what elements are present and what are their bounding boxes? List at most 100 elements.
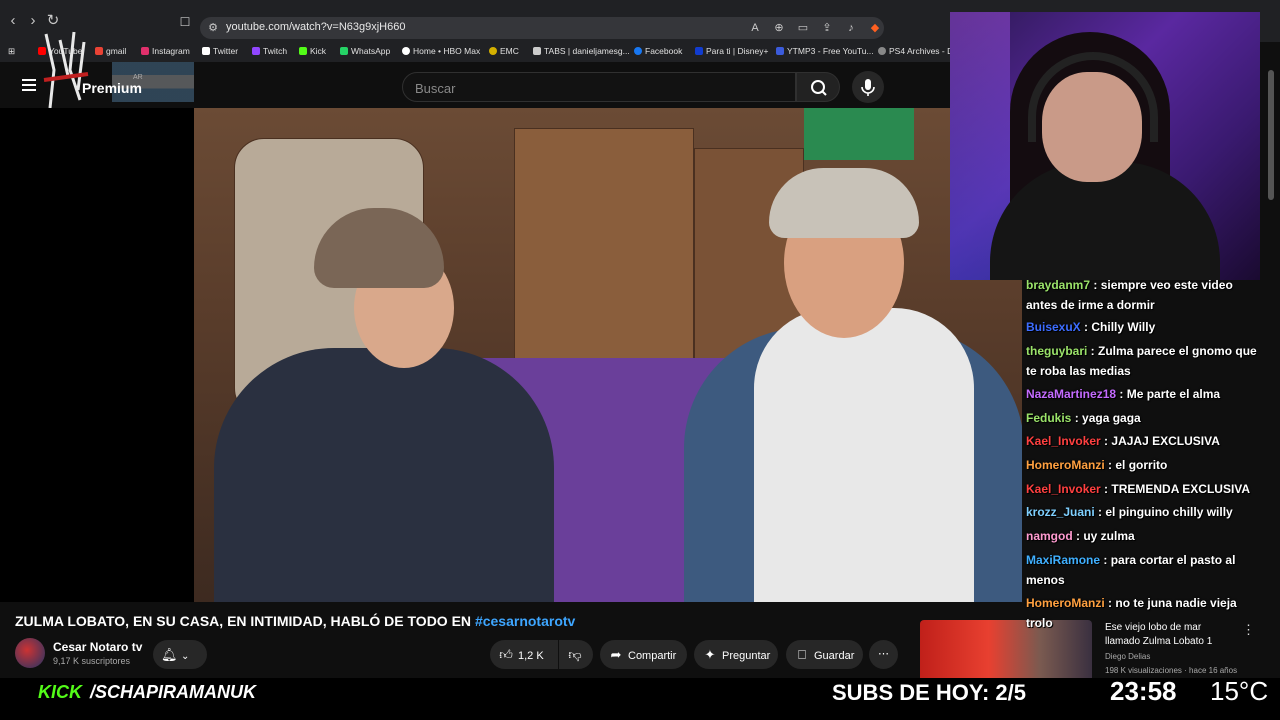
hashtag-link[interactable]: #cesarnotarotv: [475, 613, 575, 629]
search-icon: [811, 80, 827, 96]
chat-separator: :: [1080, 320, 1092, 334]
forward-icon[interactable]: ›: [24, 12, 42, 30]
reload-icon[interactable]: ↻: [44, 12, 62, 30]
search-placeholder: Buscar: [415, 81, 456, 96]
zoom-icon[interactable]: ⊕: [772, 21, 786, 35]
chat-separator: :: [1094, 505, 1106, 519]
chat-message: theguybari : Zulma parece el gnomo que t…: [1026, 342, 1266, 381]
instagram-icon: [141, 47, 149, 55]
bookmark-gmail[interactable]: gmail: [95, 46, 126, 56]
chat-username[interactable]: BuisexuX: [1026, 320, 1081, 334]
webcam-overlay: [950, 12, 1260, 280]
subscriber-count: 9,17 K suscriptores: [53, 656, 131, 666]
chat-username[interactable]: namgod: [1026, 529, 1073, 543]
bookmark-instagram[interactable]: Instagram: [141, 46, 190, 56]
stream-chat: braydanm7 : siempre veo este video antes…: [1022, 280, 1268, 636]
bookmark-twitter[interactable]: Twitter: [202, 46, 238, 56]
dislike-button[interactable]: 👎︎: [559, 640, 593, 669]
chat-message: Kael_Invoker : TREMENDA EXCLUSIVA: [1026, 480, 1266, 500]
hbo-icon: [402, 47, 410, 55]
chat-message: NazaMartinez18 : Me parte el alma: [1026, 385, 1266, 405]
microphone-icon: [861, 79, 875, 96]
twitter-icon: [202, 47, 210, 55]
chat-text: uy zulma: [1083, 529, 1135, 543]
translate-icon[interactable]: A: [748, 21, 762, 35]
site-info-icon[interactable]: ⚙: [206, 21, 220, 35]
chat-username[interactable]: Fedukis: [1026, 411, 1071, 425]
chat-text: Chilly Willy: [1091, 320, 1156, 334]
chat-text: el pinguino chilly willy: [1105, 505, 1233, 519]
chat-username[interactable]: HomeroManzi: [1026, 596, 1105, 610]
chat-separator: :: [1104, 596, 1116, 610]
facebook-icon: [634, 47, 642, 55]
chat-username[interactable]: krozz_Juani: [1026, 505, 1095, 519]
chat-text: el gorrito: [1115, 458, 1168, 472]
bookmark-ps4[interactable]: PS4 Archives - D: [878, 46, 953, 56]
chat-username[interactable]: MaxiRamone: [1026, 553, 1100, 567]
green-poster: [804, 108, 914, 160]
bookmark-kick[interactable]: Kick: [299, 46, 326, 56]
bookmark-tabs[interactable]: TABS | danieljamesg...: [533, 46, 630, 56]
video-title: ZULMA LOBATO, EN SU CASA, EN INTIMIDAD, …: [15, 613, 576, 629]
bookmark-twitch[interactable]: Twitch: [252, 46, 287, 56]
bookmark-icon[interactable]: ☐: [176, 13, 194, 31]
chat-username[interactable]: Kael_Invoker: [1026, 434, 1101, 448]
chat-username[interactable]: NazaMartinez18: [1026, 387, 1116, 401]
temperature: 15°C: [1210, 676, 1269, 706]
man-white-hoodie: [754, 308, 974, 602]
subs-today-counter: SUBS DE HOY: 2/5: [832, 680, 1026, 705]
bookmark-hbo[interactable]: Home • HBO Max: [402, 46, 480, 56]
wardrobe: [514, 128, 694, 368]
chat-username[interactable]: HomeroManzi: [1026, 458, 1105, 472]
back-icon[interactable]: ‹: [4, 12, 22, 30]
menu-icon[interactable]: [22, 79, 36, 91]
share-button[interactable]: ➦ Compartir: [600, 640, 687, 669]
chat-text: yaga gaga: [1082, 411, 1141, 425]
ask-button[interactable]: ✦ Preguntar: [694, 640, 778, 669]
chat-message: HomeroManzi : el gorrito: [1026, 456, 1266, 476]
bookmark-whatsapp[interactable]: WhatsApp: [340, 46, 390, 56]
voice-search-button[interactable]: [852, 71, 884, 103]
more-actions-button[interactable]: ⋯: [869, 640, 898, 669]
chat-separator: :: [1100, 553, 1111, 567]
chat-separator: :: [1090, 280, 1101, 292]
man-hair: [769, 168, 919, 238]
gmail-icon: [95, 47, 103, 55]
bookmark-disney[interactable]: Para ti | Disney+: [695, 46, 768, 56]
clock: 23:58: [1110, 676, 1177, 706]
bookmark-facebook[interactable]: Facebook: [634, 46, 682, 56]
search-button[interactable]: [796, 72, 840, 102]
video-frame[interactable]: [194, 108, 1022, 602]
channel-avatar[interactable]: [15, 638, 45, 668]
brave-shield-icon[interactable]: ◆: [868, 21, 882, 35]
streamer-logo: [43, 31, 89, 109]
thumbs-up-icon: 👍︎: [499, 647, 513, 662]
cast-icon[interactable]: ▭: [796, 21, 810, 35]
search-input[interactable]: Buscar: [402, 72, 796, 102]
video-player[interactable]: [0, 108, 1022, 602]
recommended-video-author[interactable]: Diego Delias: [1105, 652, 1150, 661]
chat-message: namgod : uy zulma: [1026, 527, 1266, 547]
chat-username[interactable]: braydanm7: [1026, 280, 1090, 292]
channel-name[interactable]: Cesar Notaro tv: [53, 640, 142, 654]
chat-separator: :: [1116, 387, 1127, 401]
audio-icon[interactable]: ♪: [844, 21, 858, 35]
bookmark-emc[interactable]: EMC: [489, 46, 519, 56]
notifications-button[interactable]: 🔔︎ ⌄: [153, 640, 207, 669]
bookmark-ytmp3[interactable]: YTMP3 - Free YouTu...: [776, 46, 874, 56]
apps-icon[interactable]: ⊞: [8, 46, 15, 57]
bookmark-save-icon: ⎕: [798, 647, 806, 662]
country-code: AR: [133, 74, 143, 81]
chat-username[interactable]: Kael_Invoker: [1026, 482, 1101, 496]
chat-username[interactable]: theguybari: [1026, 344, 1087, 358]
emc-icon: [489, 47, 497, 55]
share-page-icon[interactable]: ⇪: [820, 21, 834, 35]
page-scrollbar[interactable]: [1268, 70, 1274, 200]
save-button[interactable]: ⎕ Guardar: [786, 640, 863, 669]
address-bar[interactable]: ⚙ youtube.com/watch?v=N63g9xjH660 A ⊕ ▭ …: [200, 17, 884, 39]
chat-separator: :: [1100, 434, 1112, 448]
like-button[interactable]: 👍︎ 1,2 K: [490, 640, 558, 669]
more-icon: ⋯: [878, 648, 889, 660]
url-text: youtube.com/watch?v=N63g9xjH660: [226, 21, 406, 33]
chat-message: braydanm7 : siempre veo este video antes…: [1026, 280, 1266, 315]
